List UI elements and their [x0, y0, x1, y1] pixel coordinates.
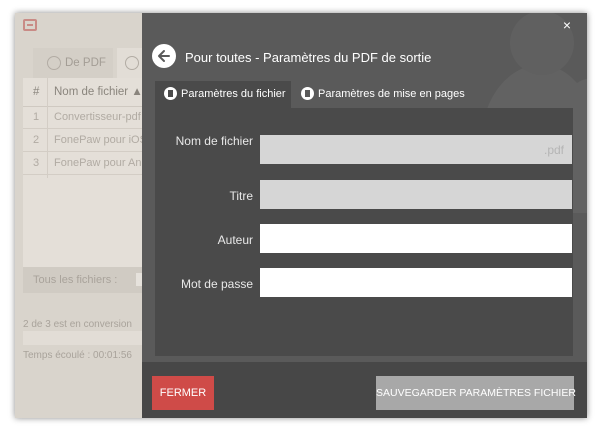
tab-layout-settings[interactable]: Paramètres de mise en pages	[292, 81, 472, 108]
save-file-settings-button[interactable]: SAUVEGARDER PARAMÈTRES FICHIER	[376, 376, 576, 410]
tab-from-pdf: De PDF	[33, 48, 113, 78]
conversion-status: 2 de 3 est en conversion	[23, 319, 132, 330]
tab-layout-settings-label: Paramètres de mise en pages	[318, 88, 465, 100]
arrow-left-icon	[158, 50, 170, 62]
column-divider	[47, 78, 48, 178]
close-button[interactable]: FERMER	[152, 376, 214, 410]
app-logo-icon	[23, 19, 37, 31]
background-tab-bar: De PDF	[23, 48, 153, 78]
file-list-panel: # Nom de fichier ▲ 1 Convertisseur-pdf 2…	[23, 78, 153, 293]
author-label: Auteur	[217, 233, 253, 247]
row-filename: FonePaw pour iOS	[54, 134, 147, 146]
column-filename: Nom de fichier ▲	[54, 86, 143, 98]
table-row: 1 Convertisseur-pdf	[23, 106, 153, 129]
table-row: 3 FonePaw pour An	[23, 152, 153, 175]
all-files-label: Tous les fichiers :	[33, 274, 118, 286]
layout-settings-icon	[301, 86, 314, 100]
pdf-settings-dialog: × Pour toutes - Paramètres du PDF de sor…	[142, 13, 587, 418]
row-filename: Convertisseur-pdf	[54, 111, 141, 123]
author-input[interactable]	[260, 224, 572, 253]
file-settings-panel: Nom de fichier Titre Auteur Mot de passe	[155, 108, 573, 356]
file-table-header: # Nom de fichier ▲	[23, 78, 153, 107]
row-number: 3	[33, 157, 40, 169]
close-dialog-button[interactable]: ×	[563, 17, 571, 33]
dialog-title: Pour toutes - Paramètres du PDF de sorti…	[185, 50, 432, 65]
elapsed-time: Temps écoulé : 00:01:56	[23, 350, 132, 361]
column-number: #	[33, 86, 40, 98]
conversion-progress-bar	[23, 331, 153, 345]
pdf-icon	[125, 55, 139, 70]
pdf-icon	[47, 55, 61, 70]
password-input[interactable]	[260, 268, 572, 297]
tab-file-settings[interactable]: Paramètres du fichier	[155, 81, 291, 108]
password-label: Mot de passe	[180, 277, 253, 291]
file-settings-icon	[164, 86, 177, 100]
filename-label: Nom de fichier	[175, 134, 253, 148]
dialog-footer: FERMER SAUVEGARDER PARAMÈTRES FICHIER	[142, 362, 587, 418]
all-files-bar: Tous les fichiers :	[23, 267, 153, 293]
tab-file-settings-label: Paramètres du fichier	[181, 88, 286, 100]
app-window: De PDF # Nom de fichier ▲ 1 Convertisseu…	[15, 13, 587, 418]
row-filename: FonePaw pour An	[54, 157, 142, 169]
row-number: 2	[33, 134, 40, 146]
back-button[interactable]	[152, 44, 176, 68]
title-input[interactable]	[260, 180, 572, 209]
title-label: Titre	[229, 189, 253, 203]
row-number: 1	[33, 111, 40, 123]
tab-from-pdf-label: De PDF	[65, 57, 106, 69]
table-row: 2 FonePaw pour iOS	[23, 129, 153, 152]
filename-input[interactable]	[260, 135, 572, 164]
